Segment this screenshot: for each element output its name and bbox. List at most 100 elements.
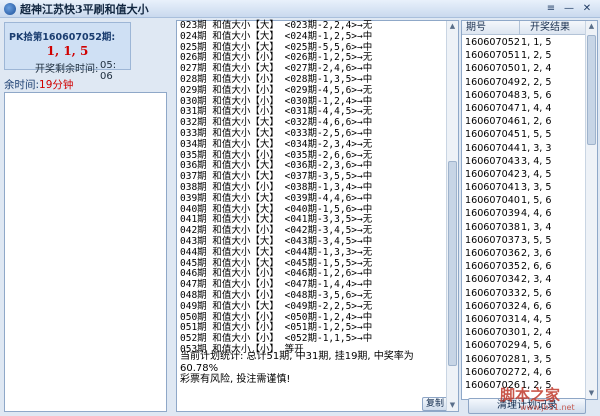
notes-area[interactable]	[4, 92, 167, 412]
issue-cell: 160607036	[465, 248, 520, 259]
result-cell: 1, 5, 6	[521, 195, 552, 207]
column-header-issue[interactable]: 期号	[462, 21, 520, 34]
stats-warning: 彩票有风险, 投注需谨慎!	[180, 374, 291, 385]
table-row[interactable]: 160607052 1, 1, 5	[462, 36, 586, 49]
result-cell: 1, 3, 3	[521, 142, 552, 154]
scroll-down-icon[interactable]: ▼	[447, 400, 458, 411]
watermark-url: www.jb51.net	[520, 403, 575, 412]
table-row[interactable]: 160607050 1, 2, 4	[462, 62, 586, 75]
table-row[interactable]: 160607051 1, 2, 5	[462, 49, 586, 62]
scroll-up-icon[interactable]: ▲	[447, 21, 458, 32]
table-row[interactable]: 160607027 2, 4, 6	[462, 366, 586, 379]
result-cell: 2, 3, 4	[521, 274, 552, 286]
log-scroll-thumb[interactable]	[448, 161, 457, 366]
result-cell: 4, 5, 6	[521, 340, 552, 352]
table-row[interactable]: 160607033 2, 5, 6	[462, 287, 586, 300]
result-cell: 1, 2, 4	[521, 327, 552, 339]
log-scrollbar[interactable]: ▲ ▼	[446, 21, 458, 411]
issue-cell: 160607034	[465, 274, 520, 286]
table-row[interactable]: 160607037 3, 5, 5	[462, 234, 586, 247]
result-cell: 3, 4, 5	[521, 168, 552, 180]
issue-cell: 160607039	[465, 208, 520, 220]
result-cell: 1, 2, 6	[521, 116, 552, 128]
table-scroll-thumb[interactable]	[587, 35, 596, 145]
plan-log-panel[interactable]: 023期 和值大小【大】 <023期-2,2,4>→无 024期 和值大小【大】 …	[176, 20, 459, 412]
plan-stats: 当前计划统计: 总计51期, 中31期, 挂19期, 中奖率为60.78% 彩票…	[180, 351, 442, 386]
remaining-time: 余时间:19分钟	[4, 77, 73, 92]
table-row[interactable]: 160607045 1, 5, 5	[462, 128, 586, 141]
table-row[interactable]: 160607034 2, 3, 4	[462, 273, 586, 286]
result-cell: 1, 1, 5	[521, 37, 552, 48]
remaining-time-label: 余时间:	[4, 79, 40, 91]
table-body: 160607052 1, 1, 5 160607051 1, 2, 5 16060705…	[462, 36, 586, 392]
table-row[interactable]: 160607047 1, 4, 4	[462, 102, 586, 115]
table-row[interactable]: 160607036 2, 3, 6	[462, 247, 586, 260]
result-cell: 1, 5, 5	[521, 129, 552, 141]
result-cell: 1, 3, 4	[521, 221, 552, 233]
table-row[interactable]: 160607049 2, 2, 5	[462, 76, 586, 89]
result-cell: 1, 3, 5	[521, 353, 552, 365]
log-line: 049期 和值大小【大】 <049期-2,2,5>→无	[180, 300, 373, 312]
log-line: 039期 和值大小【大】 <039期-4,4,6>→中	[180, 192, 373, 204]
current-draw-numbers: 1, 1, 5	[46, 44, 89, 58]
table-row[interactable]: 160607046 1, 2, 6	[462, 115, 586, 128]
table-row[interactable]: 160607042 3, 4, 5	[462, 168, 586, 181]
log-line: 034期 和值大小【大】 <034期-2,3,4>→无	[180, 138, 373, 150]
table-row[interactable]: 160607040 1, 5, 6	[462, 194, 586, 207]
table-row[interactable]: 160607035 2, 6, 6	[462, 260, 586, 273]
table-row[interactable]: 160607041 3, 3, 5	[462, 181, 586, 194]
draw-info-box: PK拾第160607052期: 1, 1, 5 开奖剩余时间: 05: 06	[4, 22, 131, 82]
issue-cell: 160607038	[465, 221, 520, 233]
result-cell: 3, 4, 5	[521, 155, 552, 167]
table-row[interactable]: 160607048 3, 5, 6	[462, 89, 586, 102]
issue-cell: 160607049	[465, 76, 520, 88]
issue-cell: 160607043	[465, 155, 520, 167]
close-icon[interactable]: ✕	[580, 2, 594, 15]
result-cell: 1, 2, 4	[521, 63, 552, 75]
table-row[interactable]: 160607039 4, 4, 6	[462, 207, 586, 220]
result-cell: 3, 3, 5	[521, 182, 552, 194]
table-scrollbar[interactable]: ▲ ▼	[585, 21, 597, 399]
table-row[interactable]: 160607032 4, 6, 6	[462, 300, 586, 313]
result-cell: 2, 6, 6	[521, 261, 552, 273]
issue-cell: 160607046	[465, 116, 520, 128]
table-row[interactable]: 160607030 1, 2, 4	[462, 326, 586, 339]
table-row[interactable]: 160607031 4, 4, 5	[462, 313, 586, 326]
result-cell: 1, 2, 5	[521, 50, 552, 62]
title-bar: 超神江苏快3平刷和值大小 ≡ — ✕	[0, 0, 600, 18]
result-cell: 2, 5, 6	[521, 287, 552, 299]
table-scroll-down-icon[interactable]: ▼	[586, 388, 597, 399]
issue-cell: 160607045	[465, 129, 520, 141]
result-cell: 3, 5, 5	[521, 234, 552, 246]
table-row[interactable]: 160607044 1, 3, 3	[462, 142, 586, 155]
result-cell: 1, 4, 4	[521, 102, 552, 114]
issue-cell: 160607050	[465, 63, 520, 75]
minimize-icon[interactable]: —	[562, 2, 576, 15]
issue-cell: 160607044	[465, 142, 520, 154]
table-header: 期号 开奖结果	[462, 21, 586, 35]
issue-cell: 160607029	[465, 340, 520, 352]
issue-cell: 160607030	[465, 327, 520, 339]
countdown-time: 05: 06	[100, 60, 117, 82]
result-cell: 2, 2, 5	[521, 76, 552, 88]
result-cell: 3, 5, 6	[521, 89, 552, 101]
table-row[interactable]: 160607038 1, 3, 4	[462, 221, 586, 234]
result-cell: 4, 6, 6	[521, 300, 552, 312]
table-row[interactable]: 160607029 4, 5, 6	[462, 339, 586, 352]
table-row[interactable]: 160607028 1, 3, 5	[462, 353, 586, 366]
issue-cell: 160607032	[465, 300, 520, 312]
result-cell: 2, 4, 6	[521, 366, 552, 378]
issue-cell: 160607028	[465, 353, 520, 365]
issue-cell: 160607031	[465, 313, 520, 325]
issue-cell: 160607048	[465, 89, 520, 101]
log-line: 044期 和值大小【大】 <044期-1,3,3>→无	[180, 246, 373, 258]
table-row[interactable]: 160607043 3, 4, 5	[462, 155, 586, 168]
issue-cell: 160607040	[465, 195, 520, 207]
issue-cell: 160607042	[465, 168, 520, 180]
column-header-result[interactable]: 开奖结果	[520, 21, 586, 34]
menu-icon[interactable]: ≡	[544, 2, 558, 15]
copy-button[interactable]: 复制	[422, 397, 448, 411]
table-scroll-up-icon[interactable]: ▲	[586, 21, 597, 32]
remaining-time-value: 19分钟	[39, 79, 74, 91]
window-controls: ≡ — ✕	[544, 2, 594, 15]
